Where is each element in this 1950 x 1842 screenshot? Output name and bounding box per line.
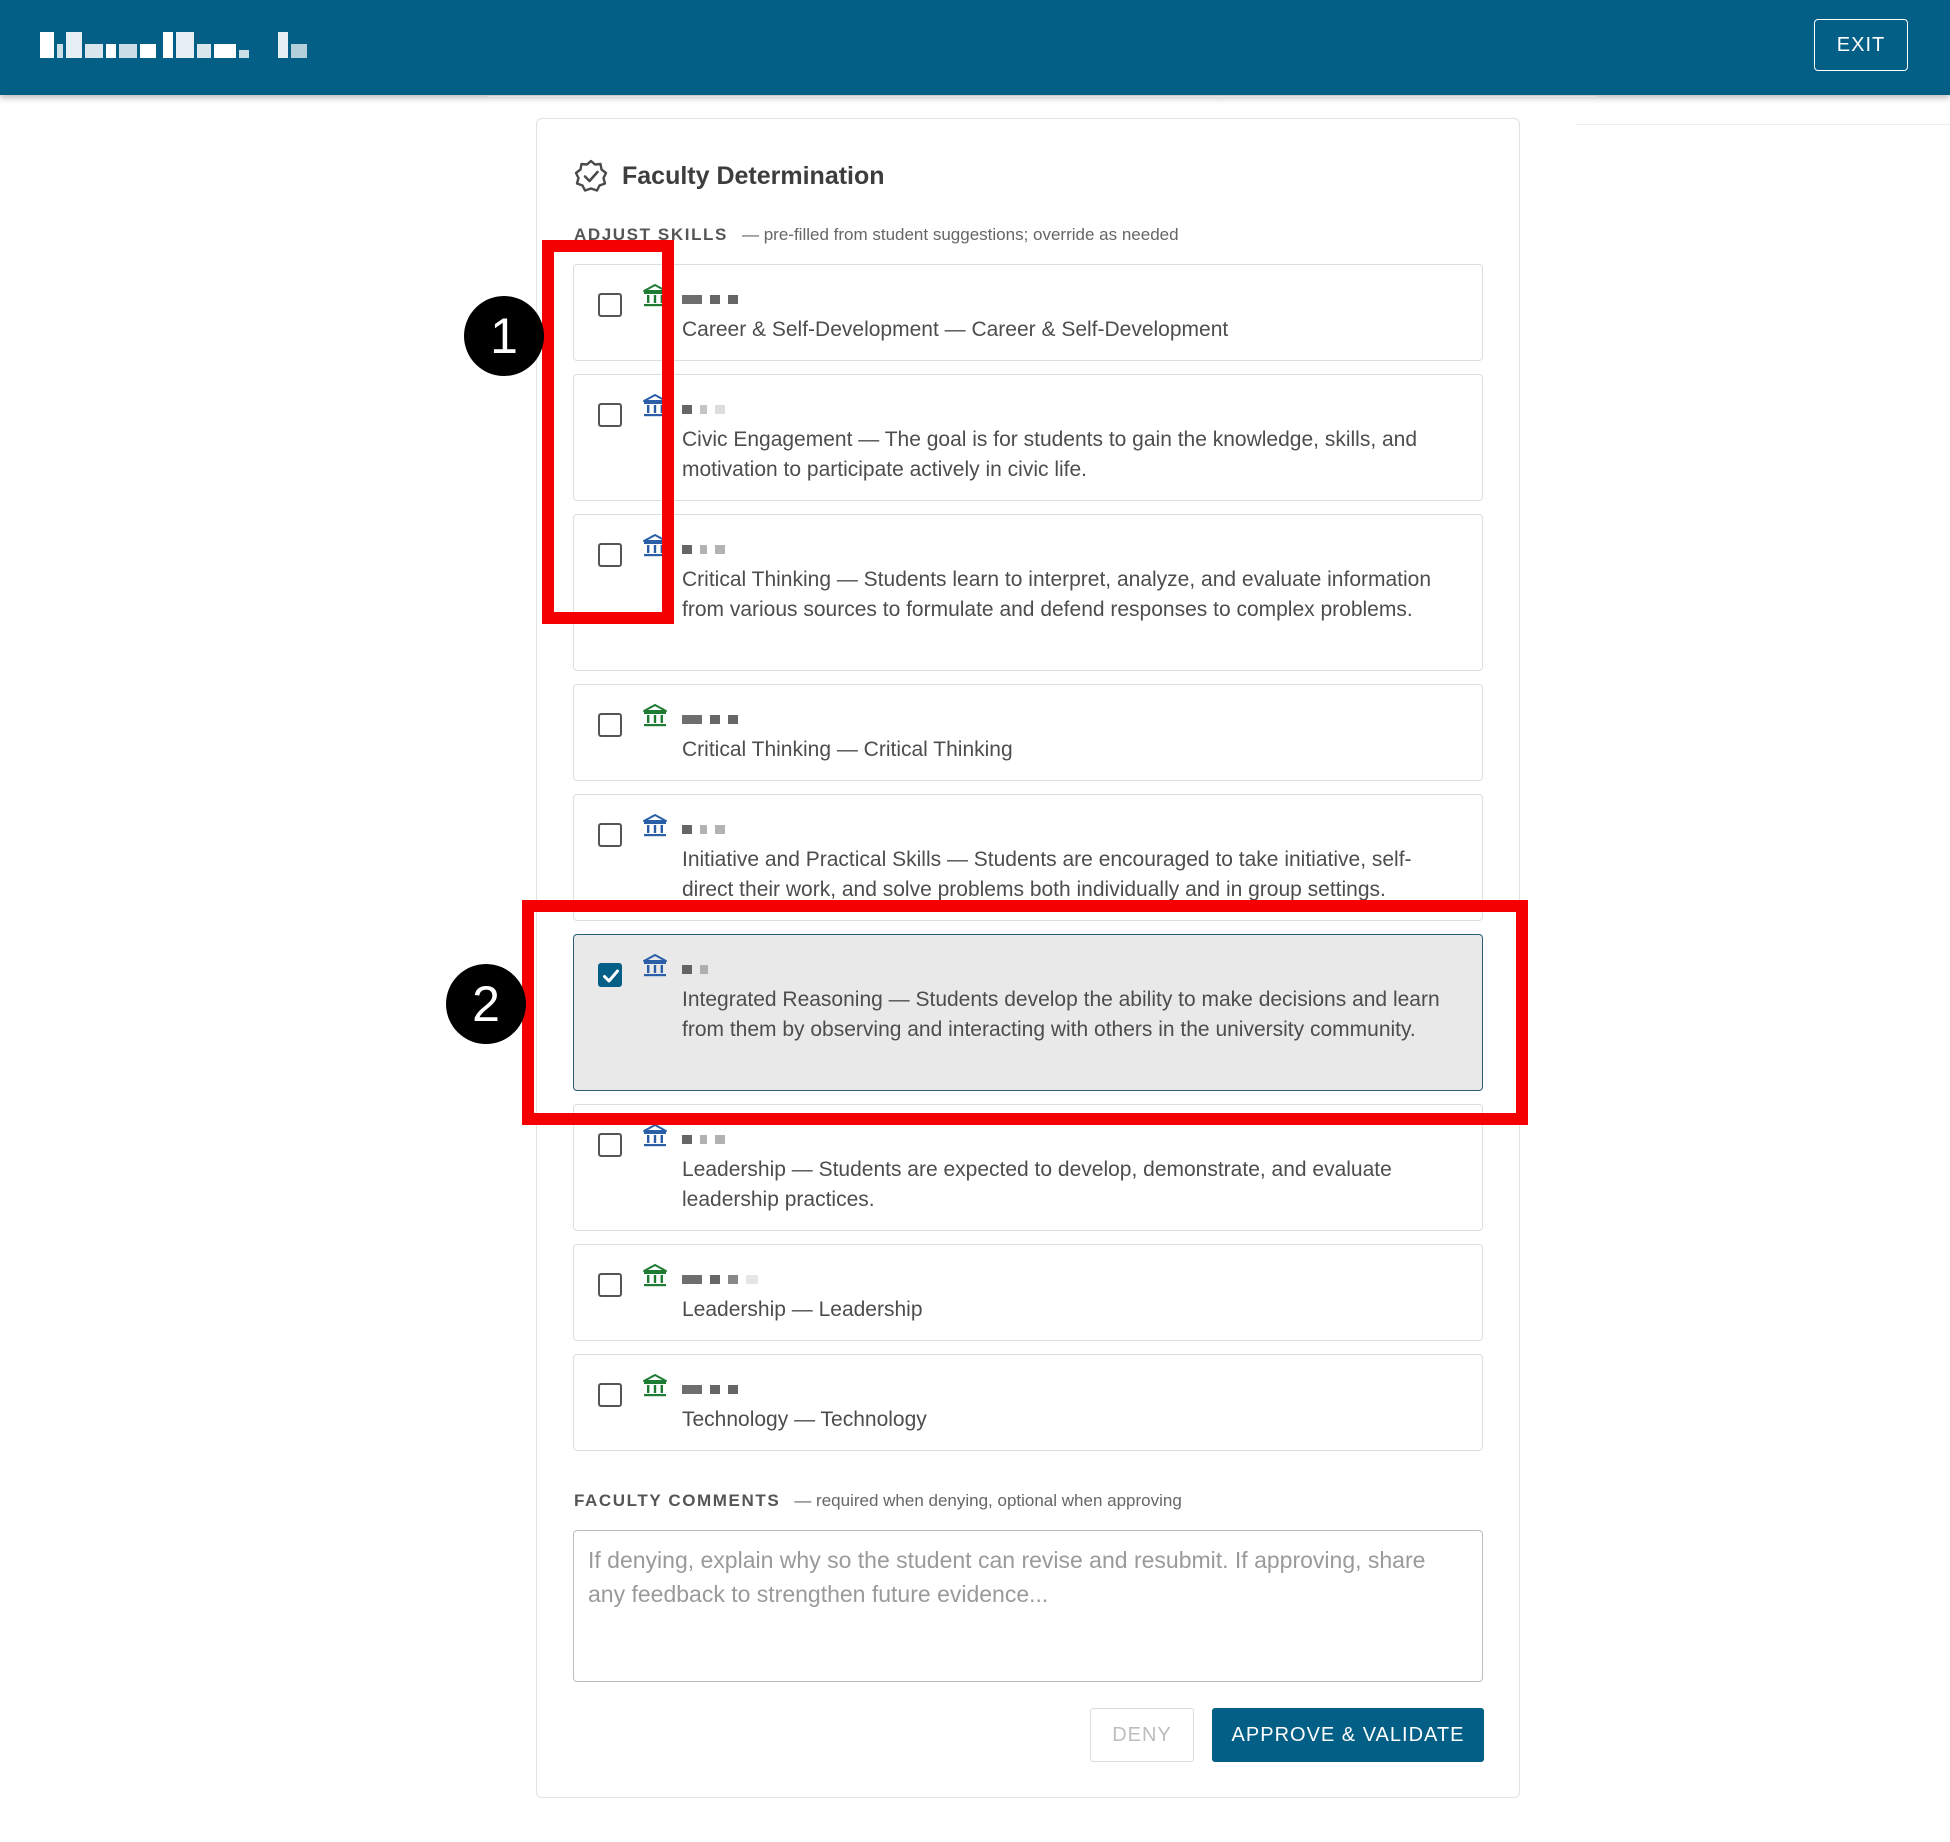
institution-icon <box>642 1263 668 1289</box>
comments-hint: — required when denying, optional when a… <box>794 1491 1182 1510</box>
skill-code-redacted <box>682 1275 758 1284</box>
exit-button[interactable]: EXIT <box>1814 19 1908 71</box>
verified-badge-icon <box>574 159 608 192</box>
skill-code-redacted <box>682 715 738 724</box>
skill-option[interactable]: Critical Thinking — Students learn to in… <box>573 514 1483 671</box>
skill-label: Career & Self-Development — Career & Sel… <box>682 318 1229 341</box>
skill-checkbox[interactable] <box>598 1383 622 1407</box>
annotation-highlight-box-2 <box>522 900 1528 1125</box>
skill-checkbox[interactable] <box>598 1273 622 1297</box>
skill-option[interactable]: Career & Self-Development — Career & Sel… <box>573 264 1483 361</box>
divider <box>488 96 1596 97</box>
skill-code-redacted <box>682 545 725 554</box>
annotation-marker-1: 1 <box>464 296 544 376</box>
faculty-comments-input[interactable] <box>573 1530 1483 1682</box>
skill-option[interactable]: Technology — Technology <box>573 1354 1483 1451</box>
institution-icon <box>642 813 668 839</box>
skill-label: Civic Engagement — The goal is for stude… <box>682 428 1418 481</box>
institution-icon <box>642 1123 668 1149</box>
app-logo-redacted <box>40 32 307 58</box>
divider <box>1218 96 1219 102</box>
card-title: Faculty Determination <box>622 161 885 190</box>
annotation-highlight-box-1 <box>542 240 674 624</box>
institution-icon <box>642 1373 668 1399</box>
skill-code-redacted <box>682 295 738 304</box>
skill-option[interactable]: Civic Engagement — The goal is for stude… <box>573 374 1483 501</box>
annotation-marker-2: 2 <box>446 964 526 1044</box>
divider <box>1576 124 1950 125</box>
card-header: Faculty Determination <box>574 159 885 193</box>
skill-checkbox[interactable] <box>598 1133 622 1157</box>
approve-validate-button[interactable]: APPROVE & VALIDATE <box>1212 1708 1484 1762</box>
deny-button[interactable]: DENY <box>1090 1708 1194 1762</box>
skill-code-redacted <box>682 405 725 414</box>
skill-code-redacted <box>682 1385 738 1394</box>
comments-label: FACULTY COMMENTS <box>574 1491 781 1510</box>
skill-checkbox[interactable] <box>598 823 622 847</box>
institution-icon <box>642 703 668 729</box>
skill-code-redacted <box>682 1135 725 1144</box>
skill-label: Critical Thinking — Students learn to in… <box>682 568 1432 621</box>
skills-hint: — pre-filled from student suggestions; o… <box>741 225 1179 244</box>
skill-label: Critical Thinking — Critical Thinking <box>682 738 1013 761</box>
comments-section-label: FACULTY COMMENTS — required when denying… <box>574 1491 1182 1511</box>
skill-label: Initiative and Practical Skills — Studen… <box>682 848 1412 901</box>
top-bar: EXIT <box>0 0 1950 95</box>
skill-label: Leadership — Leadership <box>682 1298 923 1321</box>
skill-label: Technology — Technology <box>682 1408 927 1431</box>
skill-option[interactable]: Leadership — Leadership <box>573 1244 1483 1341</box>
skill-option[interactable]: Critical Thinking — Critical Thinking <box>573 684 1483 781</box>
skill-checkbox[interactable] <box>598 713 622 737</box>
skill-code-redacted <box>682 825 725 834</box>
skill-label: Leadership — Students are expected to de… <box>682 1158 1392 1211</box>
